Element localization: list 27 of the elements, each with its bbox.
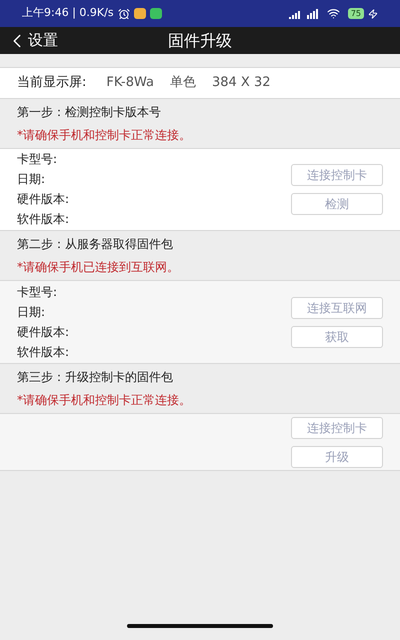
display-resolution: 384 X 32 bbox=[212, 74, 271, 92]
home-indicator[interactable] bbox=[127, 624, 273, 628]
info-label: 软件版本: bbox=[17, 211, 70, 228]
page-title: 固件升级 bbox=[168, 30, 232, 52]
step-warning: *请确保手机和控制卡正常连接。 bbox=[17, 127, 192, 144]
alarm-icon bbox=[118, 8, 130, 20]
step-title: 第一步：检测控制卡版本号 bbox=[17, 104, 162, 121]
info-label: 软件版本: bbox=[17, 344, 70, 360]
status-time: 上午9:46 | 0.9K/s bbox=[22, 5, 114, 22]
step-warning: *请确保手机已连接到互联网。 bbox=[17, 259, 180, 276]
back-button[interactable]: 设置 bbox=[0, 29, 58, 52]
info-label: 卡型号: bbox=[17, 151, 58, 168]
info-label: 硬件版本: bbox=[17, 191, 70, 208]
info-label: 日期: bbox=[17, 171, 46, 188]
charging-icon bbox=[368, 8, 378, 18]
info-label: 日期: bbox=[17, 304, 46, 320]
display-model: FK-8Wa bbox=[106, 74, 154, 92]
info-label: 卡型号: bbox=[17, 284, 58, 300]
display-label: 当前显示屏: bbox=[17, 74, 86, 92]
step-title: 第二步：从服务器取得固件包 bbox=[17, 236, 174, 253]
battery-icon: 75 bbox=[348, 8, 364, 19]
app-notification-icon bbox=[134, 8, 146, 19]
info-label: 硬件版本: bbox=[17, 324, 70, 340]
step-title: 第三步：升级控制卡的固件包 bbox=[17, 369, 174, 386]
step-warning: *请确保手机和控制卡正常连接。 bbox=[17, 392, 192, 409]
app-notification-icon bbox=[150, 8, 162, 19]
display-color-mode: 单色 bbox=[170, 74, 196, 92]
